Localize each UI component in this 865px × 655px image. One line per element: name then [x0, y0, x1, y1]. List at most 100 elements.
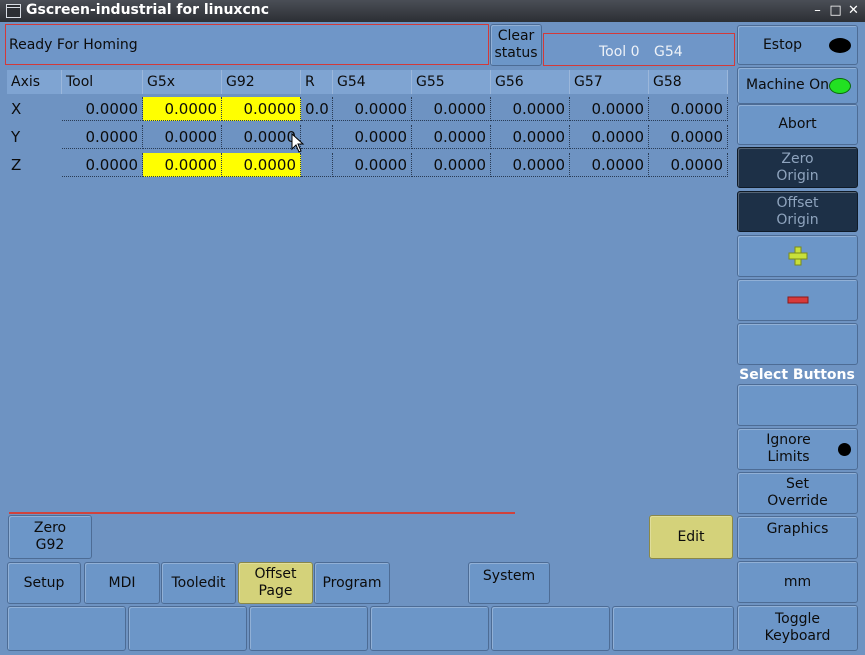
axis-label-z: Z — [11, 156, 22, 174]
blank-bottom-button-6[interactable] — [612, 606, 734, 651]
tab-program-label: Program — [322, 574, 382, 591]
clear-status-label-1: Clear — [497, 28, 535, 44]
z-g58-value[interactable]: 0.0000 — [649, 153, 728, 177]
tab-program[interactable]: Program — [314, 562, 390, 604]
blank-bottom-button-5[interactable] — [491, 606, 610, 651]
y-tool-value[interactable]: 0.0000 — [62, 125, 143, 149]
progress-line — [9, 512, 515, 514]
tab-tooledit-label: Tooledit — [171, 574, 226, 591]
machine-on-button[interactable]: Machine On — [737, 67, 858, 104]
blank-bottom-button-1[interactable] — [7, 606, 126, 651]
z-g56-value[interactable]: 0.0000 — [491, 153, 570, 177]
x-g92-value[interactable]: 0.0000 — [222, 97, 301, 121]
x-g55-value[interactable]: 0.0000 — [412, 97, 491, 121]
window-icon — [6, 4, 21, 18]
x-g57-value[interactable]: 0.0000 — [570, 97, 649, 121]
tab-setup-label: Setup — [23, 574, 65, 591]
blank-button-1[interactable] — [737, 323, 858, 365]
tab-offset-page[interactable]: Offset Page — [238, 562, 313, 604]
z-tool-value[interactable]: 0.0000 — [62, 153, 143, 177]
estop-led-icon — [829, 38, 851, 53]
toggle-keyboard-label-2: Keyboard — [764, 628, 831, 644]
machine-on-label: Machine On — [746, 77, 829, 93]
toggle-keyboard-button[interactable]: Toggle Keyboard — [737, 605, 858, 651]
offset-origin-label-1: Offset — [776, 194, 819, 211]
blank-bottom-button-3[interactable] — [249, 606, 368, 651]
machine-on-led-icon — [829, 78, 851, 94]
blank-button-2[interactable] — [737, 384, 858, 426]
axis-label-y: Y — [11, 128, 21, 146]
z-g57-value[interactable]: 0.0000 — [570, 153, 649, 177]
close-icon[interactable]: ✕ — [845, 2, 862, 19]
tab-system[interactable]: System — [468, 562, 550, 604]
header-axis: Axis — [7, 70, 62, 94]
x-g56-value[interactable]: 0.0000 — [491, 97, 570, 121]
minus-icon — [787, 296, 808, 304]
coord-system: G54 — [654, 44, 683, 60]
y-g5x-value[interactable]: 0.0000 — [143, 125, 222, 149]
z-g54-value[interactable]: 0.0000 — [333, 153, 412, 177]
minimize-icon[interactable]: – — [809, 2, 826, 19]
set-override-button[interactable]: Set Override — [737, 472, 858, 514]
status-message: Ready For Homing — [9, 37, 138, 53]
set-override-label-2: Override — [767, 493, 828, 509]
header-g5x: G5x — [143, 70, 222, 94]
edit-button[interactable]: Edit — [649, 515, 733, 559]
zero-g92-button[interactable]: Zero G92 — [8, 515, 92, 559]
header-g92: G92 — [222, 70, 301, 94]
y-g57-value[interactable]: 0.0000 — [570, 125, 649, 149]
z-g5x-value[interactable]: 0.0000 — [143, 153, 222, 177]
y-g56-value[interactable]: 0.0000 — [491, 125, 570, 149]
abort-button[interactable]: Abort — [737, 104, 858, 145]
units-button[interactable]: mm — [737, 561, 858, 603]
offset-origin-button[interactable]: Offset Origin — [737, 191, 858, 232]
y-g55-value[interactable]: 0.0000 — [412, 125, 491, 149]
x-g58-value[interactable]: 0.0000 — [649, 97, 728, 121]
y-g58-value[interactable]: 0.0000 — [649, 125, 728, 149]
tab-setup[interactable]: Setup — [7, 562, 81, 604]
minus-button[interactable] — [737, 279, 858, 321]
header-g57: G57 — [570, 70, 649, 94]
x-g5x-value[interactable]: 0.0000 — [143, 97, 222, 121]
header-tool: Tool — [62, 70, 143, 94]
window-title: Gscreen-industrial for linuxcnc — [26, 2, 270, 18]
tab-mdi[interactable]: MDI — [84, 562, 160, 604]
ignore-limits-label-2: Limits — [767, 449, 810, 465]
ignore-limits-led-icon — [838, 443, 851, 456]
estop-label: Estop — [762, 36, 803, 53]
blank-bottom-button-2[interactable] — [128, 606, 247, 651]
x-g54-value[interactable]: 0.0000 — [333, 97, 412, 121]
axis-label-x: X — [11, 100, 22, 118]
z-r-value[interactable] — [301, 153, 333, 177]
x-tool-value[interactable]: 0.0000 — [62, 97, 143, 121]
tab-system-label: System — [482, 568, 536, 584]
header-g58: G58 — [649, 70, 728, 94]
header-g55: G55 — [412, 70, 491, 94]
title-bar: Gscreen-industrial for linuxcnc – □ ✕ — [0, 0, 865, 22]
graphics-button[interactable]: Graphics — [737, 516, 858, 559]
header-r: R — [301, 70, 333, 94]
tab-offset-page-label-1: Offset — [254, 566, 297, 582]
blank-bottom-button-4[interactable] — [370, 606, 489, 651]
plus-button[interactable] — [737, 235, 858, 277]
tool-info-box: Tool 0 G54 — [543, 33, 735, 66]
maximize-icon[interactable]: □ — [827, 2, 844, 19]
x-r-value[interactable]: 0.0 — [301, 97, 333, 121]
clear-status-button[interactable]: Clear status — [490, 24, 542, 66]
status-message-box: Ready For Homing — [5, 24, 489, 65]
header-g54: G54 — [333, 70, 412, 94]
z-g55-value[interactable]: 0.0000 — [412, 153, 491, 177]
y-g92-value[interactable]: 0.0000 — [222, 125, 301, 149]
tab-offset-page-label-2: Page — [258, 583, 293, 599]
zero-origin-label-1: Zero — [781, 150, 814, 167]
zero-g92-label-1: Zero — [33, 520, 67, 536]
z-g92-value[interactable]: 0.0000 — [222, 153, 301, 177]
ignore-limits-button[interactable]: Ignore Limits — [737, 428, 858, 470]
y-g54-value[interactable]: 0.0000 — [333, 125, 412, 149]
tab-tooledit[interactable]: Tooledit — [161, 562, 236, 604]
estop-button[interactable]: Estop — [737, 25, 858, 65]
zero-origin-button[interactable]: Zero Origin — [737, 147, 858, 188]
graphics-label: Graphics — [766, 521, 829, 537]
y-r-value[interactable] — [301, 125, 333, 149]
mouse-cursor-icon — [291, 133, 305, 153]
